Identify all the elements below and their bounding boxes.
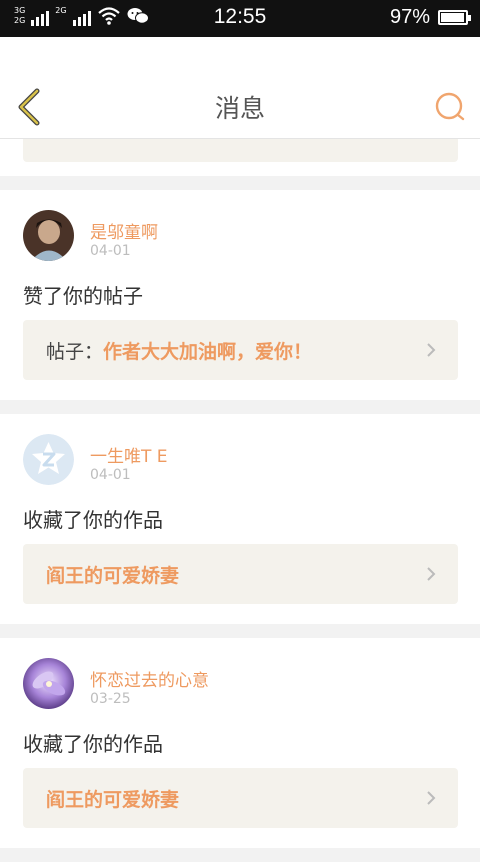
content-title: 作者大大加油啊，爱你！ (103, 341, 313, 363)
chevron-right-icon (427, 343, 436, 357)
chevron-right-icon (427, 567, 436, 581)
message-date: 04-01 (90, 467, 131, 483)
battery-icon (438, 10, 471, 25)
chevron-right-icon (427, 791, 436, 805)
action-text: 赞了你的帖子 (23, 284, 143, 308)
username[interactable]: 是邬童啊 (90, 218, 158, 243)
message-item: 怀恋过去的心意 03-25 收藏了你的作品 阎王的可爱娇妻 (0, 638, 480, 848)
action-text: 收藏了你的作品 (23, 508, 163, 532)
content-box[interactable]: 帖子：作者大大加油啊，爱你！ (23, 320, 458, 380)
content-box[interactable]: 阎王的可爱娇妻 (23, 544, 458, 604)
avatar-photo (23, 658, 74, 709)
content-title: 阎王的可爱娇妻 (46, 789, 180, 811)
message-item: 一生唯T E 04-01 收藏了你的作品 阎王的可爱娇妻 (0, 414, 480, 624)
default-avatar-icon (23, 434, 74, 485)
avatar[interactable] (23, 658, 74, 709)
action-text: 收藏了你的作品 (23, 732, 163, 756)
battery-percent: 97% (389, 6, 430, 28)
message-date: 03-25 (90, 691, 131, 707)
content-text: 阎王的可爱娇妻 (46, 785, 179, 812)
avatar[interactable] (23, 210, 74, 261)
app-header: 消息 (0, 37, 480, 139)
content-label: 帖子： (46, 341, 104, 363)
username[interactable]: 怀恋过去的心意 (90, 666, 209, 691)
username[interactable]: 一生唯T E (90, 442, 168, 467)
message-list: 是邬童啊 04-01 赞了你的帖子 帖子：作者大大加油啊，爱你！ 一生唯T E … (0, 138, 480, 862)
message-item: 是邬童啊 04-01 赞了你的帖子 帖子：作者大大加油啊，爱你！ (0, 190, 480, 400)
content-title: 阎王的可爱娇妻 (46, 565, 180, 587)
page-title: 消息 (214, 94, 265, 123)
content-text: 帖子：作者大大加油啊，爱你！ (46, 337, 312, 364)
content-box[interactable]: 阎王的可爱娇妻 (23, 768, 458, 828)
search-icon[interactable] (434, 91, 466, 123)
previous-card-partial (0, 138, 480, 176)
status-bar: 3G 2G 2G 12:55 97% (0, 0, 480, 37)
avatar[interactable] (23, 434, 74, 485)
avatar-photo (23, 210, 74, 261)
status-right: 97% (389, 6, 471, 29)
message-date: 04-01 (90, 243, 131, 259)
content-text: 阎王的可爱娇妻 (46, 561, 179, 588)
previous-content-box[interactable] (23, 138, 458, 162)
